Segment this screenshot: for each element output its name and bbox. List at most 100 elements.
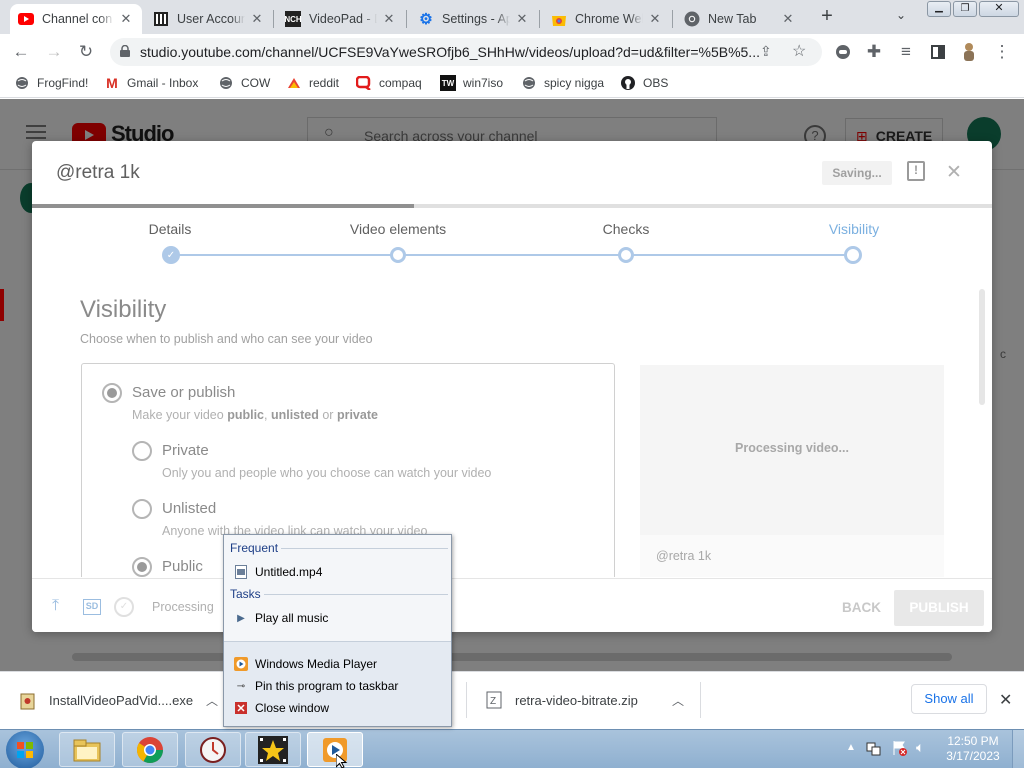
close-icon[interactable]: ✕ (514, 11, 530, 27)
globe-icon (218, 75, 234, 91)
new-tab-button[interactable]: + (816, 5, 838, 27)
bookmark-frogfind[interactable]: FrogFind! (14, 75, 88, 91)
profile-avatar[interactable] (956, 40, 982, 64)
restore-button[interactable]: ❐ (953, 1, 977, 17)
show-desktop-button[interactable] (1012, 730, 1024, 768)
youtube-icon (18, 11, 34, 27)
bookmark-spicy[interactable]: spicy nigga (521, 75, 604, 91)
forward-arrow-icon[interactable]: → (41, 40, 67, 64)
stepper-line (170, 254, 854, 256)
private-desc: Only you and people who you choose can w… (162, 466, 492, 480)
processing-status-text: Processing (152, 600, 214, 614)
tray-network-icon[interactable] (866, 740, 882, 756)
tab-settings-apps[interactable]: ⚙ Settings - Ap ✕ (410, 4, 538, 34)
step-details-check-icon: ✓ (162, 246, 180, 264)
tab-title: VideoPad - D (309, 12, 377, 26)
media-queue-icon[interactable]: ≡ (893, 40, 919, 64)
tab-user-accounts[interactable]: User Accoun ✕ (145, 4, 273, 34)
bookmark-reddit[interactable]: reddit (286, 75, 339, 91)
tray-volume-icon[interactable]: 🔈︎ (916, 739, 924, 756)
svg-text:Z: Z (490, 696, 496, 707)
tab-videopad[interactable]: NCH VideoPad - D ✕ (277, 4, 405, 34)
search-icon: ○ (324, 124, 334, 141)
bookmark-obs[interactable]: OBS (620, 75, 668, 91)
private-radio[interactable] (132, 441, 152, 461)
tab-search-chevron-icon[interactable]: ⌄ (896, 8, 906, 22)
puzzle-extensions-icon[interactable]: ✚ (861, 40, 887, 64)
download-item-zip[interactable]: retra-video-bitrate.zip (515, 693, 638, 708)
close-icon[interactable]: ✕ (249, 11, 265, 27)
close-icon[interactable]: ✕ (118, 11, 134, 27)
save-publish-radio[interactable] (102, 383, 122, 403)
feedback-icon[interactable]: ! (907, 161, 925, 181)
hamburger-menu-icon[interactable] (26, 125, 46, 139)
bookmarks-bar: FrogFind! M Gmail - Inbox COW reddit comp… (0, 70, 1024, 98)
horizontal-scrollbar[interactable] (72, 653, 952, 661)
close-icon[interactable]: ✕ (780, 11, 796, 27)
bookmark-label: Gmail - Inbox (127, 76, 199, 90)
step-details[interactable]: Details (100, 221, 240, 237)
back-arrow-icon[interactable]: ← (8, 40, 34, 64)
video-file-icon (234, 565, 248, 579)
dialog-scrollbar[interactable] (979, 289, 985, 405)
close-icon[interactable]: ✕ (381, 11, 397, 27)
sd-badge-icon: SD (83, 599, 101, 615)
tab-channel-content[interactable]: Channel con ✕ (10, 4, 142, 34)
nch-icon: NCH (284, 11, 302, 27)
jumplist-item-untitled[interactable]: Untitled.mp4 (234, 565, 322, 579)
bookmark-compaq[interactable]: compaq (356, 75, 422, 91)
bookmark-label: FrogFind! (37, 76, 89, 90)
bookmark-cow[interactable]: COW (218, 75, 270, 91)
taskbar-clock-app-icon[interactable] (185, 732, 241, 767)
taskbar-videopad-icon[interactable] (245, 732, 301, 767)
show-all-button[interactable]: Show all (911, 684, 987, 714)
step-video-elements[interactable]: Video elements (328, 221, 468, 237)
close-icon[interactable]: ✕ (647, 11, 663, 27)
taskbar-media-player-icon[interactable] (307, 732, 363, 767)
close-icon[interactable]: ✕ (999, 690, 1012, 710)
jumplist-item-label: Windows Media Player (255, 657, 378, 671)
dialog-footer: ⤒ SD ✓ Processing BACK PUBLISH (32, 578, 992, 632)
share-icon[interactable]: ⇪ (760, 43, 772, 60)
start-button[interactable] (6, 731, 44, 768)
jumplist-program-media-player[interactable]: Windows Media Player (234, 657, 377, 671)
address-bar[interactable]: studio.youtube.com/channel/UCFSE9VaYweSR… (110, 38, 822, 66)
download-item-installer[interactable]: InstallVideoPadVid....exe (49, 693, 193, 708)
more-menu-icon[interactable]: ⋮ (989, 40, 1015, 64)
side-panel-icon[interactable] (925, 40, 951, 64)
jumplist-close-window[interactable]: Close window (234, 701, 329, 715)
taskbar-chrome-icon[interactable] (122, 732, 178, 767)
jumplist-pin-to-taskbar[interactable]: ⊸ Pin this program to taskbar (234, 679, 399, 693)
minimize-button[interactable]: ▁ (927, 1, 951, 17)
taskbar-explorer-icon[interactable] (59, 732, 115, 767)
tab-chrome-web-store[interactable]: Chrome Web ✕ (543, 4, 671, 34)
bookmark-label: compaq (379, 76, 422, 90)
step-visibility[interactable]: Visibility (784, 221, 924, 237)
public-radio[interactable] (132, 557, 152, 577)
tray-action-center-icon[interactable] (892, 740, 908, 756)
unlisted-radio[interactable] (132, 499, 152, 519)
preview-meta: @retra 1k (640, 535, 944, 577)
step-checks[interactable]: Checks (556, 221, 696, 237)
close-icon[interactable]: ✕ (946, 161, 962, 184)
publish-button[interactable]: PUBLISH (894, 590, 984, 626)
bookmark-win7iso[interactable]: TW win7iso (440, 75, 503, 91)
extension-cow-icon[interactable] (830, 40, 856, 64)
bookmark-gmail[interactable]: M Gmail - Inbox (104, 75, 198, 91)
close-window-button[interactable]: ✕ (979, 1, 1019, 17)
tray-expand-icon[interactable]: ▲ (846, 742, 856, 753)
chevron-up-icon[interactable]: ︿ (206, 692, 218, 709)
bookmark-star-icon[interactable]: ☆ (792, 41, 806, 61)
reload-icon[interactable]: ↻ (73, 40, 99, 64)
pin-icon: ⊸ (236, 680, 246, 692)
back-button[interactable]: BACK (842, 600, 881, 615)
bookmark-label: COW (241, 76, 271, 90)
dialog-title: @retra 1k (56, 162, 140, 183)
github-icon (620, 75, 636, 91)
jumplist-item-play-all-music[interactable]: ▶ Play all music (234, 611, 328, 625)
tab-new-tab[interactable]: New Tab ✕ (676, 4, 804, 34)
browser-toolbar: ← → ↻ studio.youtube.com/channel/UCFSE9V… (0, 34, 1024, 70)
chevron-up-icon[interactable]: ︿ (672, 692, 684, 709)
gear-icon: ⚙ (419, 11, 433, 28)
taskbar-clock[interactable]: 12:50 PM 3/17/2023 (940, 734, 1006, 764)
